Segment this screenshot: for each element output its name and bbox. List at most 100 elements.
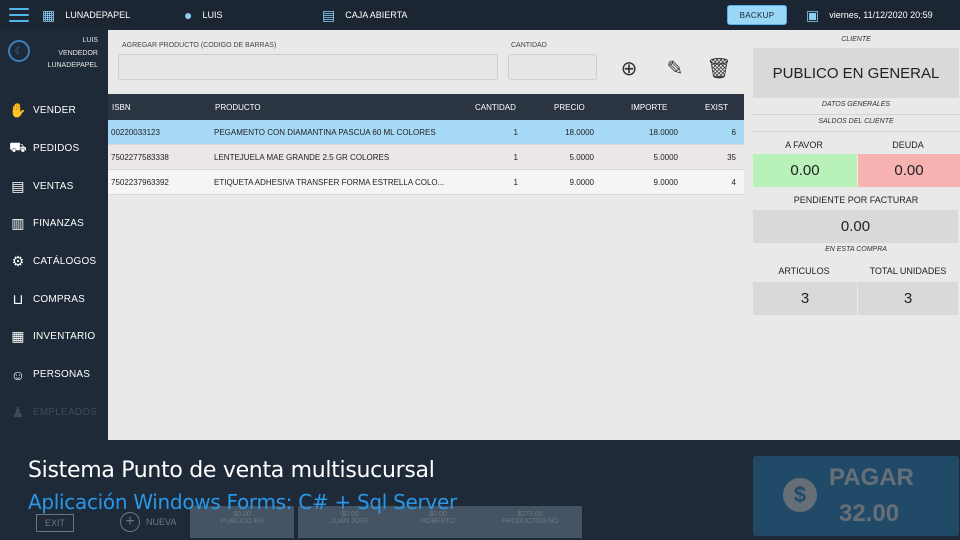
- user-line-store: LUNADEPAPEL: [47, 62, 98, 69]
- cell-isbn: 7502277583338: [111, 153, 169, 162]
- calendar-icon: ▣: [806, 6, 820, 23]
- cell-importe: 18.0000: [649, 128, 678, 137]
- cell-cantidad: 1: [513, 153, 518, 162]
- sidebar-item-label: VENTAS: [33, 180, 74, 192]
- sidebar-item-label: PEDIDOS: [33, 143, 80, 155]
- sidebar-item-personas[interactable]: ☺ PERSONAS: [0, 356, 108, 394]
- sidebar-item-ventas[interactable]: ▤ VENTAS: [0, 167, 108, 205]
- sidebar-item-label: CATÁLOGOS: [33, 256, 97, 268]
- pending-value: 0.00: [753, 210, 958, 243]
- cell-exist: 4: [731, 178, 736, 187]
- column-header-importe[interactable]: IMPORTE: [631, 103, 667, 112]
- gear-icon: ⚙: [11, 253, 25, 270]
- table-row[interactable]: 00220033123 PEGAMENTO CON DIAMANTINA PAS…: [108, 120, 744, 145]
- cell-importe: 9.0000: [653, 178, 678, 187]
- cell-producto: LENTEJUELA MAE GRANDE 2.5 GR COLORES: [214, 153, 390, 162]
- column-header-exist[interactable]: EXIST: [705, 103, 728, 112]
- cell-importe: 5.0000: [653, 153, 678, 162]
- sidebar-item-label: COMPRAS: [33, 293, 85, 305]
- truck-icon: ⛟: [9, 139, 27, 156]
- caption-subtitle: Aplicación Windows Forms: C# + Sql Serve…: [28, 490, 457, 514]
- articles-label: ARTICULOS: [778, 266, 830, 276]
- client-panel: CLIENTE PUBLICO EN GENERAL DATOS GENERAL…: [752, 30, 960, 440]
- favor-value: 0.00: [753, 154, 857, 187]
- cell-producto: ETIQUETA ADHESIVA TRANSFER FORMA ESTRELL…: [214, 178, 445, 187]
- products-table: ISBN PRODUCTO CANTIDAD PRECIO IMPORTE EX…: [108, 94, 744, 195]
- datetime: viernes, 11/12/2020 20:59: [829, 10, 933, 20]
- sale-tab[interactable]: $273.00 PRODUCTOS NO: [478, 506, 582, 538]
- column-header-cantidad[interactable]: CANTIDAD: [475, 103, 516, 112]
- cell-isbn: 00220033123: [111, 128, 160, 137]
- cell-isbn: 7502237963392: [111, 178, 169, 187]
- sale-tab-amount: $273.00: [517, 511, 543, 518]
- exit-button[interactable]: EXIT: [36, 514, 74, 532]
- favor-label: A FAVOR: [785, 140, 823, 150]
- user-line-role: VENDEDOR: [58, 49, 98, 57]
- brand-logo-icon: ☾: [8, 40, 30, 62]
- datetime-info: ▣ viernes, 11/12/2020 20:59: [806, 0, 933, 30]
- hand-icon: ✋: [9, 102, 27, 119]
- table-row[interactable]: 7502277583338 LENTEJUELA MAE GRANDE 2.5 …: [108, 145, 744, 170]
- this-purchase-label: EN ESTA COMPRA: [825, 246, 887, 253]
- new-sale-label[interactable]: NUEVA: [146, 517, 176, 527]
- articles-value: 3: [753, 282, 857, 315]
- user-info: ● LUIS: [184, 0, 222, 30]
- register-info: ▤ CAJA ABIERTA: [322, 0, 407, 30]
- edit-icon[interactable]: ✎: [662, 55, 688, 81]
- sidebar-item-compras[interactable]: ⊔ COMPRAS: [0, 280, 108, 318]
- sidebar-item-pedidos[interactable]: ⛟ PEDIDOS: [0, 130, 108, 168]
- menu-icon[interactable]: [9, 8, 29, 22]
- store-name: LUNADEPAPEL: [65, 10, 131, 20]
- finance-icon: ▥: [11, 215, 25, 232]
- dollar-icon: $: [783, 478, 817, 512]
- pay-label: PAGAR: [829, 464, 914, 491]
- employee-icon: ♟: [11, 403, 25, 420]
- receipt-icon: ▤: [11, 177, 25, 194]
- column-header-isbn[interactable]: ISBN: [112, 103, 131, 112]
- sidebar-item-catalogos[interactable]: ⚙ CATÁLOGOS: [0, 243, 108, 281]
- client-title: CLIENTE: [841, 36, 871, 43]
- sale-tab-client: PRODUCTOS NO: [501, 518, 559, 525]
- register-icon: ▤: [322, 6, 336, 23]
- client-name[interactable]: PUBLICO EN GENERAL: [753, 48, 959, 98]
- trash-icon[interactable]: 🗑: [706, 55, 732, 81]
- sidebar-item-label: VENDER: [33, 105, 76, 117]
- pay-button[interactable]: $ PAGAR 32.00: [753, 456, 959, 536]
- cell-producto: PEGAMENTO CON DIAMANTINA PASCUA 60 ML CO…: [214, 128, 436, 137]
- sidebar-item-label: INVENTARIO: [33, 331, 96, 343]
- quantity-field-label: CANTIDAD: [511, 42, 547, 49]
- sidebar-nav: ✋ VENDER ⛟ PEDIDOS ▤ VENTAS ▥ FINANZAS ⚙ CATÁ…: [0, 92, 108, 431]
- column-header-producto[interactable]: PRODUCTO: [215, 103, 261, 112]
- sale-tab-client: PUBLICO EN: [220, 518, 264, 525]
- quantity-input[interactable]: [508, 54, 597, 80]
- sidebar-item-empleados[interactable]: ♟ EMPLEADOS: [0, 394, 108, 432]
- sidebar-item-finanzas[interactable]: ▥ FINANZAS: [0, 205, 108, 243]
- user-name: LUIS: [202, 10, 223, 20]
- sale-tab-client: ROBERTO: [420, 518, 456, 525]
- debt-label: DEUDA: [892, 140, 924, 150]
- pay-total: 32.00: [839, 500, 900, 527]
- sidebar-item-vender[interactable]: ✋ VENDER: [0, 92, 108, 130]
- barcode-input[interactable]: [118, 54, 498, 80]
- table-row[interactable]: 7502237963392 ETIQUETA ADHESIVA TRANSFER…: [108, 170, 744, 195]
- sidebar-item-label: FINANZAS: [33, 218, 85, 230]
- units-value: 3: [858, 282, 958, 315]
- units-label: TOTAL UNIDADES: [869, 266, 947, 276]
- add-icon[interactable]: ⊕: [616, 55, 642, 81]
- store-icon: ▦: [42, 6, 56, 23]
- user-panel: ☾ LUIS VENDEDOR LUNADEPAPEL: [0, 30, 108, 80]
- cell-precio: 18.0000: [565, 128, 594, 137]
- cell-precio: 9.0000: [569, 178, 594, 187]
- cell-cantidad: 1: [513, 178, 518, 187]
- caption-title: Sistema Punto de venta multisucursal: [28, 458, 435, 483]
- cell-precio: 5.0000: [569, 153, 594, 162]
- backup-button[interactable]: BACKUP: [727, 5, 787, 25]
- new-sale-icon[interactable]: +: [120, 512, 140, 532]
- cell-exist: 35: [727, 153, 736, 162]
- column-header-precio[interactable]: PRECIO: [554, 103, 585, 112]
- store-info: ▦ LUNADEPAPEL: [42, 0, 130, 30]
- sidebar-item-label: EMPLEADOS: [33, 406, 98, 418]
- sidebar-item-inventario[interactable]: ▦ INVENTARIO: [0, 318, 108, 356]
- cell-cantidad: 1: [513, 128, 518, 137]
- general-data-label[interactable]: DATOS GENERALES: [752, 101, 960, 115]
